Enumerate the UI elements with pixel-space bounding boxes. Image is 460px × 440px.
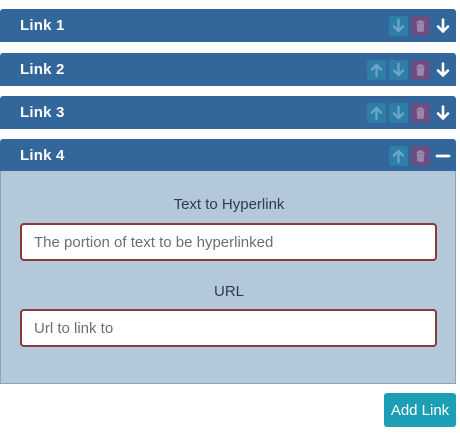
trash-icon: [416, 64, 425, 76]
link-panel-header[interactable]: Link 1: [0, 9, 456, 42]
link-panel-header[interactable]: Link 3: [0, 96, 456, 129]
link-panel-title: Link 2: [20, 61, 65, 78]
link-panel-header[interactable]: Link 2: [0, 53, 456, 86]
expand-button[interactable]: [434, 16, 452, 36]
arrow-up-icon: [392, 149, 405, 164]
delete-button[interactable]: [411, 103, 430, 123]
arrow-down-icon: [436, 62, 450, 77]
move-up-button[interactable]: [389, 146, 408, 166]
arrow-up-icon: [370, 63, 383, 78]
arrow-down-icon: [436, 18, 450, 33]
link-panel-title: Link 3: [20, 104, 65, 121]
arrow-down-icon: [392, 105, 405, 120]
trash-icon: [416, 20, 425, 32]
move-down-button[interactable]: [389, 16, 408, 36]
arrow-down-icon: [392, 18, 405, 33]
minus-icon: [435, 154, 451, 158]
url-input[interactable]: [20, 309, 437, 347]
add-link-button[interactable]: Add Link: [384, 393, 456, 427]
move-down-button[interactable]: [389, 103, 408, 123]
text-to-hyperlink-label: Text to Hyperlink: [173, 196, 285, 213]
delete-button[interactable]: [411, 146, 430, 166]
expand-button[interactable]: [434, 103, 452, 123]
link-panel-title: Link 4: [20, 147, 65, 164]
trash-icon: [416, 107, 425, 119]
arrow-down-icon: [392, 62, 405, 77]
text-to-hyperlink-input[interactable]: [20, 223, 437, 261]
delete-button[interactable]: [411, 16, 430, 36]
arrow-up-icon: [370, 106, 383, 121]
link-panel-title: Link 1: [20, 17, 65, 34]
move-up-button[interactable]: [367, 60, 386, 80]
move-down-button[interactable]: [389, 60, 408, 80]
trash-icon: [416, 150, 425, 162]
link-panel-header[interactable]: Link 4: [0, 139, 456, 172]
link-panel-body: Text to Hyperlink URL: [0, 171, 456, 384]
link-editor: Link 1 Link 2 Link 3 Link 4 Text to Hype…: [0, 0, 460, 440]
arrow-down-icon: [436, 105, 450, 120]
expand-button[interactable]: [434, 60, 452, 80]
collapse-button[interactable]: [434, 146, 452, 166]
move-up-button[interactable]: [367, 103, 386, 123]
delete-button[interactable]: [411, 60, 430, 80]
url-label: URL: [213, 283, 244, 300]
